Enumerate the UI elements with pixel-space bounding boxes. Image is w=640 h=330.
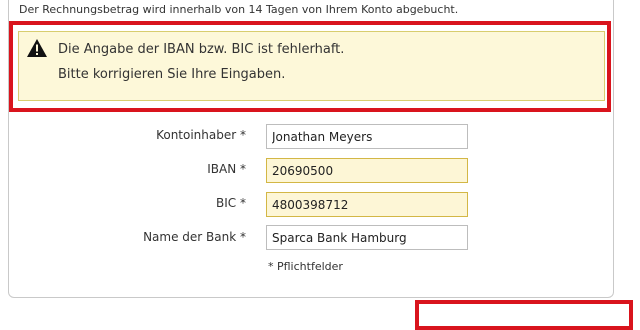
bic-label: BIC *	[216, 196, 246, 210]
highlight-outline-bottom	[415, 300, 633, 330]
intro-text: Der Rechnungsbetrag wird innerhalb von 1…	[19, 3, 459, 16]
iban-input[interactable]	[266, 158, 468, 183]
account-holder-input[interactable]	[266, 124, 468, 149]
bank-name-input[interactable]	[266, 225, 468, 250]
error-message-line2: Bitte korrigieren Sie Ihre Eingaben.	[58, 67, 286, 82]
warning-triangle-icon	[27, 39, 47, 57]
iban-label: IBAN *	[207, 162, 246, 176]
bic-input[interactable]	[266, 192, 468, 217]
bank-name-label: Name der Bank *	[143, 230, 246, 244]
required-fields-note: * Pflichtfelder	[268, 260, 343, 273]
account-holder-label: Kontoinhaber *	[156, 128, 246, 142]
error-message-line1: Die Angabe der IBAN bzw. BIC ist fehlerh…	[58, 42, 345, 57]
